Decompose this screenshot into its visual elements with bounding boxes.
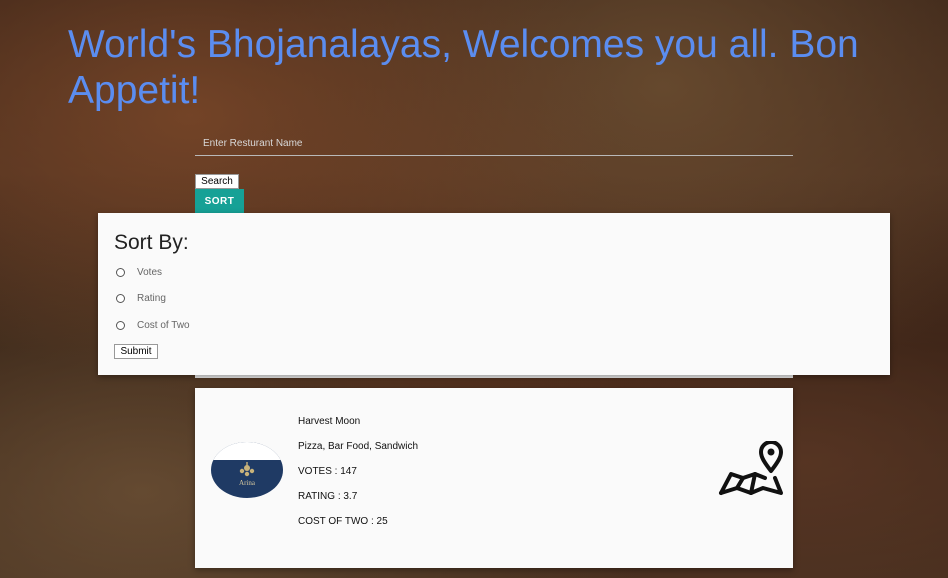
sort-heading: Sort By: — [114, 231, 189, 254]
votes-radio[interactable] — [116, 267, 125, 277]
cost-label: Cost of Two — [137, 319, 190, 331]
sort-option-rating[interactable]: Rating — [116, 291, 166, 305]
sort-panel: Sort By: Votes Rating Cost of Two Submit — [98, 213, 890, 375]
rating-radio[interactable] — [116, 293, 125, 303]
logo-text: Arina — [239, 479, 255, 487]
rating-label: Rating — [137, 292, 166, 304]
map-pin-icon[interactable] — [717, 441, 785, 499]
sort-option-cost[interactable]: Cost of Two — [116, 318, 190, 332]
restaurant-cuisines: Pizza, Bar Food, Sandwich — [298, 441, 419, 452]
sort-option-votes[interactable]: Votes — [116, 265, 162, 279]
votes-label: Votes — [137, 266, 163, 278]
cost-radio[interactable] — [116, 320, 125, 330]
restaurant-votes: VOTES : 147 — [298, 466, 357, 477]
restaurant-search-input[interactable] — [195, 132, 793, 156]
search-button[interactable]: Search — [195, 174, 239, 189]
page-title: World's Bhojanalayas, Welcomes you all. … — [68, 23, 859, 112]
restaurant-cost: COST OF TWO : 25 — [298, 516, 388, 527]
restaurant-rating: RATING : 3.7 — [298, 491, 358, 502]
logo-emblem-icon — [239, 462, 255, 477]
sort-button[interactable]: SORT — [195, 189, 244, 213]
restaurant-logo: Arina — [211, 442, 283, 498]
restaurant-card: Arina Harvest Moon Pizza, Bar Food, Sand… — [195, 388, 793, 568]
submit-button[interactable]: Submit — [114, 344, 158, 359]
restaurant-name: Harvest Moon — [298, 416, 361, 427]
